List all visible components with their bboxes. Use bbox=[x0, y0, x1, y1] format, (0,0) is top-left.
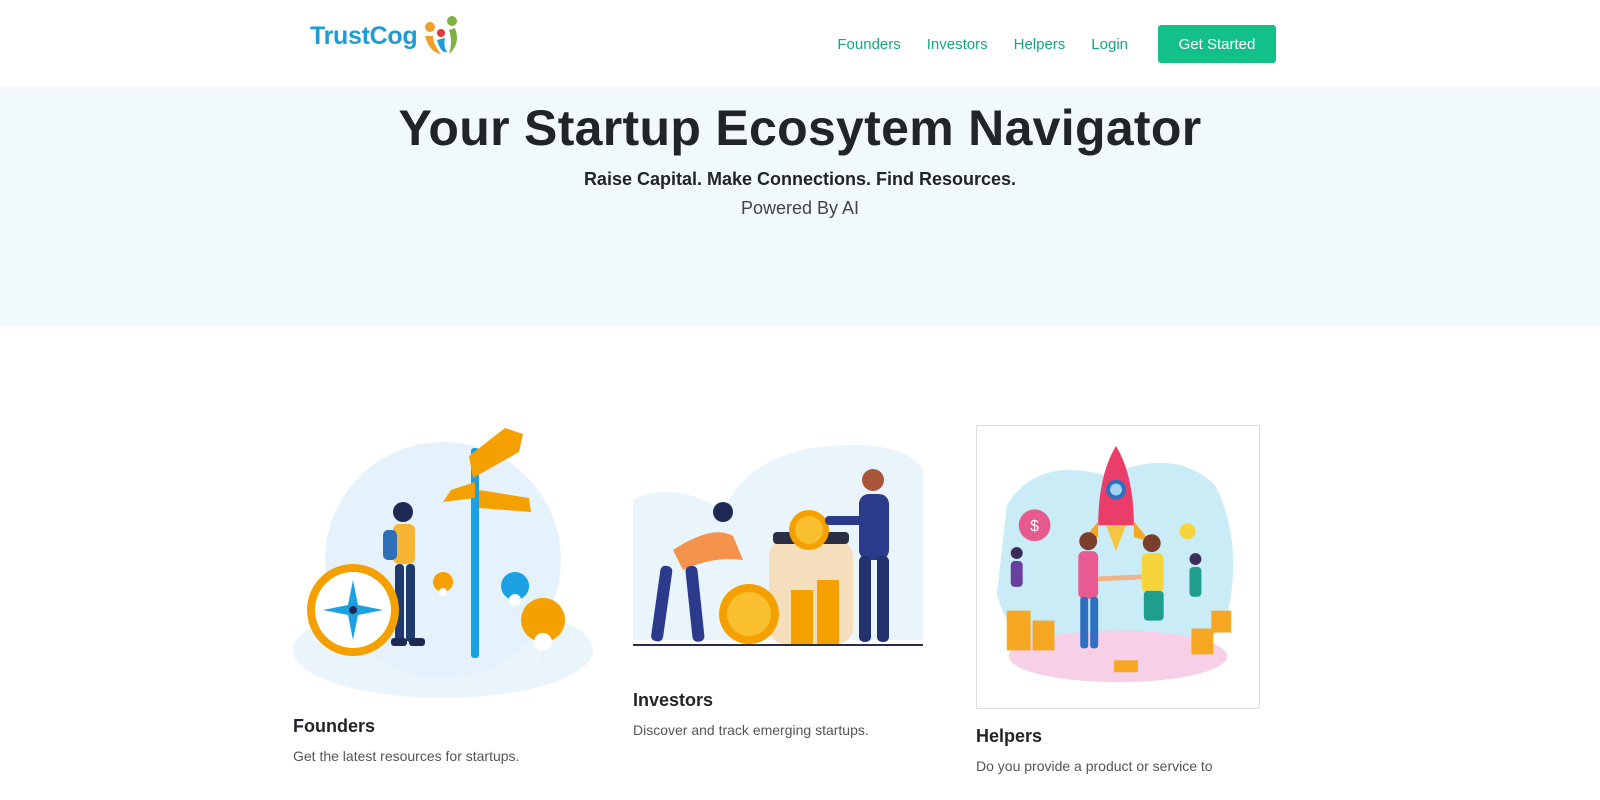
investors-card[interactable]: Investors Discover and track emerging st… bbox=[633, 440, 923, 800]
brand-logo[interactable]: TrustCog bbox=[310, 14, 463, 58]
founders-card-title: Founders bbox=[293, 716, 376, 736]
main-nav: Founders Investors Helpers Login Get Sta… bbox=[811, 25, 1276, 63]
investors-card-title: Investors bbox=[633, 690, 714, 710]
hero-tagline: Raise Capital. Make Connections. Find Re… bbox=[583, 169, 1017, 189]
helpers-card-description: Do you provide a product or service to bbox=[976, 758, 1213, 774]
nav-link-investors[interactable]: Investors bbox=[927, 36, 988, 53]
svg-text:$: $ bbox=[1030, 518, 1039, 535]
nav-link-login[interactable]: Login bbox=[1091, 36, 1128, 53]
rocket-handshake-illustration: $ bbox=[976, 425, 1260, 709]
hero-title: Your Startup Ecosytem Navigator bbox=[398, 100, 1202, 156]
nav-link-helpers[interactable]: Helpers bbox=[1014, 36, 1066, 53]
nav-link-founders[interactable]: Founders bbox=[837, 36, 900, 53]
coin-jar-illustration bbox=[633, 445, 923, 646]
people-logo-icon bbox=[425, 16, 458, 54]
founders-card[interactable]: Founders Get the latest resources for st… bbox=[293, 420, 593, 800]
founders-card-description: Get the latest resources for startups. bbox=[293, 748, 520, 764]
helpers-card-title: Helpers bbox=[976, 726, 1043, 746]
signpost-compass-illustration bbox=[293, 428, 593, 698]
helpers-card[interactable]: $ Helpers Do you provide a product or se… bbox=[976, 425, 1260, 800]
get-started-button[interactable]: Get Started bbox=[1158, 25, 1276, 63]
hero-section: Your Startup Ecosytem Navigator Raise Ca… bbox=[0, 87, 1600, 326]
site-header: TrustCog Founders Investors Helpers Logi… bbox=[0, 0, 1600, 87]
hero-powered-by: Powered By AI bbox=[740, 198, 860, 218]
brand-name: TrustCog bbox=[310, 21, 418, 50]
investors-card-description: Discover and track emerging startups. bbox=[633, 722, 869, 738]
